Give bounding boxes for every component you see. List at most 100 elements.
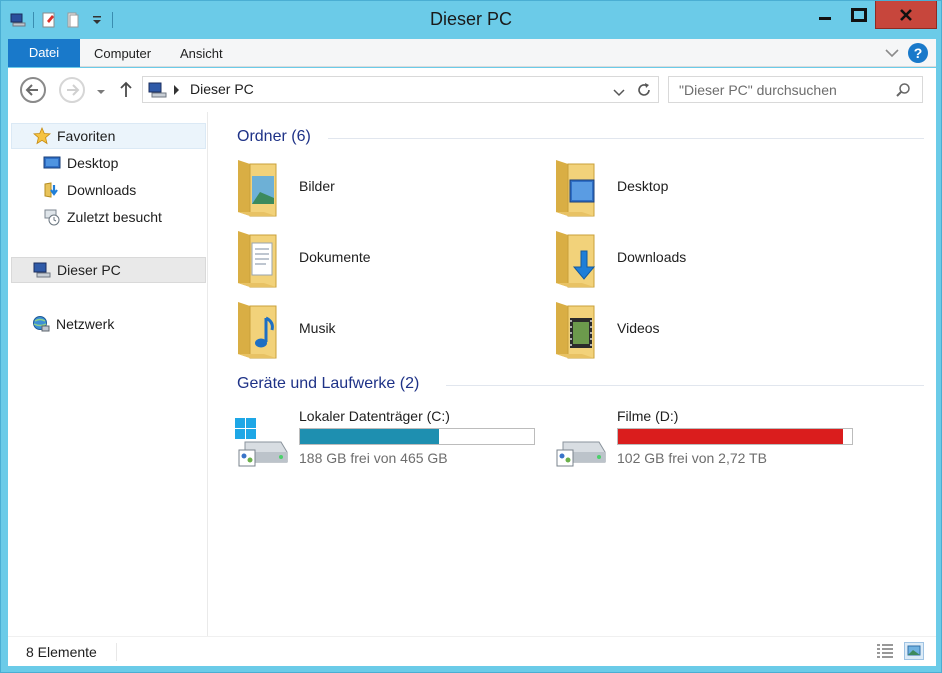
system-drive-icon bbox=[233, 418, 289, 468]
folder-label: Videos bbox=[617, 320, 660, 336]
minimize-button[interactable] bbox=[807, 1, 843, 29]
recent-locations-button[interactable] bbox=[96, 84, 106, 94]
up-button[interactable] bbox=[118, 79, 134, 99]
sidebar-item-recent-places[interactable]: Zuletzt besucht bbox=[11, 204, 206, 230]
sidebar-item-this-pc[interactable]: Dieser PC bbox=[11, 257, 206, 283]
sidebar-item-desktop[interactable]: Desktop bbox=[11, 150, 206, 176]
large-icons-view-icon bbox=[907, 645, 921, 656]
sidebar-item-label: Netzwerk bbox=[56, 316, 115, 332]
chevron-down-icon bbox=[97, 90, 105, 94]
drive-name: Lokaler Datenträger (C:) bbox=[299, 408, 450, 424]
customize-dropdown-icon[interactable] bbox=[88, 11, 106, 29]
pictures-folder-icon bbox=[236, 158, 280, 218]
group-divider bbox=[328, 138, 924, 139]
item-count: 8 Elemente bbox=[26, 644, 97, 660]
group-divider bbox=[446, 385, 924, 386]
sidebar-item-label: Desktop bbox=[67, 155, 119, 171]
details-view-button[interactable] bbox=[876, 643, 894, 659]
computer-icon bbox=[147, 82, 167, 98]
minimize-icon bbox=[819, 17, 831, 20]
downloads-icon bbox=[43, 181, 61, 199]
search-box[interactable]: "Dieser PC" durchsuchen bbox=[668, 76, 923, 103]
new-folder-icon[interactable] bbox=[64, 11, 82, 29]
folder-label: Bilder bbox=[299, 178, 335, 194]
maximize-button[interactable] bbox=[843, 1, 875, 29]
folder-item[interactable]: Musik bbox=[216, 298, 516, 362]
expand-ribbon-button[interactable] bbox=[884, 45, 900, 61]
folder-label: Downloads bbox=[617, 249, 687, 265]
search-input[interactable]: "Dieser PC" durchsuchen bbox=[679, 82, 837, 98]
chevron-down-icon bbox=[613, 89, 625, 97]
computer-icon[interactable] bbox=[9, 11, 27, 29]
sidebar-item-label: Dieser PC bbox=[57, 262, 121, 278]
folder-label: Desktop bbox=[617, 178, 669, 194]
music-folder-icon bbox=[236, 300, 280, 360]
navigation-pane: Favoriten Desktop Downloads Zuletzt besu… bbox=[8, 112, 208, 636]
sidebar-item-label: Favoriten bbox=[57, 128, 116, 144]
drive-usage-bar bbox=[617, 428, 853, 445]
tab-datei[interactable]: Datei bbox=[8, 39, 80, 67]
videos-folder-icon bbox=[554, 300, 598, 360]
large-icons-view-button[interactable] bbox=[904, 642, 924, 660]
desktop-folder-icon bbox=[554, 158, 598, 218]
sidebar-item-label: Zuletzt besucht bbox=[67, 209, 162, 225]
arrow-left-icon bbox=[25, 84, 38, 96]
sidebar-item-downloads[interactable]: Downloads bbox=[11, 177, 206, 203]
drive-usage-bar bbox=[299, 428, 535, 445]
documents-folder-icon bbox=[236, 229, 280, 289]
address-bar[interactable]: Dieser PC bbox=[142, 76, 659, 103]
details-view-icon bbox=[877, 644, 893, 658]
folder-item[interactable]: Dokumente bbox=[216, 227, 516, 291]
drive-name: Filme (D:) bbox=[617, 408, 679, 424]
content-pane: Ordner (6) Bilder Desktop Dokumente Down… bbox=[216, 112, 932, 636]
drives-group-heading[interactable]: Geräte und Laufwerke (2) bbox=[237, 375, 419, 393]
folder-item[interactable]: Videos bbox=[534, 298, 834, 362]
close-button[interactable] bbox=[875, 1, 937, 29]
folder-label: Dokumente bbox=[299, 249, 371, 265]
folder-label: Musik bbox=[299, 320, 336, 336]
main-area: Favoriten Desktop Downloads Zuletzt besu… bbox=[8, 112, 936, 636]
arrow-right-icon bbox=[67, 84, 80, 96]
network-icon bbox=[32, 315, 50, 333]
forward-button[interactable] bbox=[59, 77, 85, 103]
search-icon[interactable] bbox=[895, 82, 911, 98]
folder-item[interactable]: Bilder bbox=[216, 156, 516, 220]
properties-icon[interactable] bbox=[40, 11, 58, 29]
breadcrumb[interactable]: Dieser PC bbox=[190, 81, 254, 97]
sidebar-item-label: Downloads bbox=[67, 182, 137, 198]
refresh-button[interactable] bbox=[636, 82, 652, 98]
drive-item[interactable]: Lokaler Datenträger (C:) 188 GB frei von… bbox=[216, 408, 535, 472]
address-history-button[interactable] bbox=[613, 85, 625, 97]
title-bar: Dieser PC bbox=[1, 1, 941, 39]
breadcrumb-separator-icon[interactable] bbox=[174, 85, 179, 95]
computer-icon bbox=[33, 261, 51, 279]
sidebar-item-network[interactable]: Netzwerk bbox=[11, 311, 206, 337]
maximize-icon bbox=[851, 8, 867, 22]
help-icon[interactable]: ? bbox=[908, 43, 928, 63]
status-divider bbox=[116, 643, 117, 661]
tab-ansicht[interactable]: Ansicht bbox=[166, 39, 237, 67]
refresh-icon bbox=[638, 83, 650, 96]
hard-drive-icon bbox=[551, 418, 607, 468]
downloads-folder-icon bbox=[554, 229, 598, 289]
drive-usage-fill bbox=[300, 429, 440, 444]
back-button[interactable] bbox=[20, 77, 46, 103]
sidebar-item-favorites[interactable]: Favoriten bbox=[11, 123, 206, 149]
folders-group-heading[interactable]: Ordner (6) bbox=[237, 128, 311, 146]
quick-access-toolbar bbox=[9, 9, 113, 31]
folder-item[interactable]: Desktop bbox=[534, 156, 834, 220]
ribbon: Datei Computer Ansicht ? bbox=[8, 39, 936, 67]
recent-places-icon bbox=[43, 208, 61, 226]
arrow-up-icon bbox=[120, 81, 132, 97]
drive-free-space: 102 GB frei von 2,72 TB bbox=[617, 450, 767, 466]
tab-computer[interactable]: Computer bbox=[80, 39, 165, 67]
chevron-down-icon bbox=[885, 49, 899, 58]
close-icon bbox=[900, 8, 912, 21]
drive-usage-fill bbox=[618, 429, 844, 444]
window-title: Dieser PC bbox=[429, 9, 513, 29]
navigation-bar: Dieser PC "Dieser PC" durchsuchen bbox=[8, 68, 936, 112]
drive-item[interactable]: Filme (D:) 102 GB frei von 2,72 TB bbox=[534, 408, 853, 472]
star-icon bbox=[32, 126, 52, 145]
folder-item[interactable]: Downloads bbox=[534, 227, 834, 291]
status-bar: 8 Elemente bbox=[8, 636, 936, 666]
